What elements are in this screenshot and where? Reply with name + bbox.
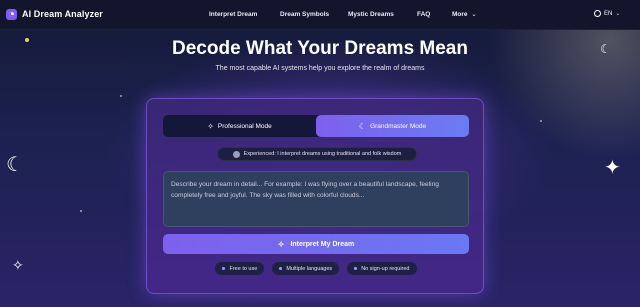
bullet-icon	[354, 267, 358, 270]
chevron-down-icon: ⌄	[471, 12, 477, 18]
nav-dream-symbols[interactable]: Dream Symbols	[280, 11, 329, 18]
sparkle-icon: ✧	[277, 239, 285, 249]
nav-more-dropdown[interactable]: More ⌄	[452, 11, 477, 18]
feature-tag: Multiple languages	[272, 262, 340, 275]
grandmaster-mode-label: Grandmaster Mode	[370, 122, 427, 130]
clock-icon	[232, 150, 240, 158]
chevron-down-icon: ⌄	[615, 11, 621, 17]
brand-name[interactable]: AI Dream Analyzer	[22, 9, 103, 19]
moon-icon: ☾	[6, 154, 24, 176]
grandmaster-mode-button[interactable]: ☾ Grandmaster Mode	[316, 115, 469, 137]
decor-star	[540, 120, 542, 122]
bullet-icon	[279, 267, 283, 270]
feature-tags: Free to use Multiple languages No sign-u…	[147, 262, 485, 275]
feature-tag: Free to use	[215, 262, 265, 275]
bullet-icon	[222, 267, 226, 270]
feature-tag-label: No sign-up required	[361, 265, 410, 272]
nav-interpret-dream[interactable]: Interpret Dream	[209, 11, 257, 18]
moon-icon: ☾	[358, 121, 367, 131]
interpret-dream-label: Interpret My Dream	[290, 240, 355, 248]
dream-input-card: ✧ Professional Mode ☾ Grandmaster Mode E…	[146, 98, 484, 294]
feature-tag-label: Multiple languages	[286, 265, 333, 272]
decor-star	[120, 95, 122, 97]
dream-description-input[interactable]	[163, 171, 469, 227]
experience-badge-text: Experienced: I interpret dreams using tr…	[243, 151, 402, 157]
sparkle-icon: ✧	[12, 257, 24, 273]
hero-subtitle: The most capable AI systems help you exp…	[215, 65, 425, 72]
nav-more-label: More	[452, 11, 468, 18]
decor-star	[80, 210, 82, 212]
feature-tag: No sign-up required	[347, 262, 417, 275]
professional-mode-button[interactable]: ✧ Professional Mode	[163, 115, 316, 137]
mode-toggle: ✧ Professional Mode ☾ Grandmaster Mode	[163, 115, 469, 137]
sparkle-icon: ✦	[604, 157, 621, 179]
interpret-dream-button[interactable]: ✧ Interpret My Dream	[163, 234, 469, 254]
language-selector[interactable]: EN ⌄	[594, 10, 620, 17]
moon-logo-icon[interactable]	[6, 9, 17, 20]
experience-badge: Experienced: I interpret dreams using tr…	[217, 147, 417, 161]
globe-icon	[594, 10, 601, 17]
nav-faq[interactable]: FAQ	[417, 11, 430, 18]
nav-mystic-dreams[interactable]: Mystic Dreams	[348, 11, 394, 18]
language-label: EN	[604, 10, 613, 17]
top-navbar: AI Dream Analyzer Interpret Dream Dream …	[0, 0, 640, 30]
feature-tag-label: Free to use	[229, 265, 258, 272]
professional-mode-label: Professional Mode	[217, 122, 272, 130]
hero-title: Decode What Your Dreams Mean	[172, 38, 468, 59]
sparkle-icon: ✧	[207, 121, 214, 131]
